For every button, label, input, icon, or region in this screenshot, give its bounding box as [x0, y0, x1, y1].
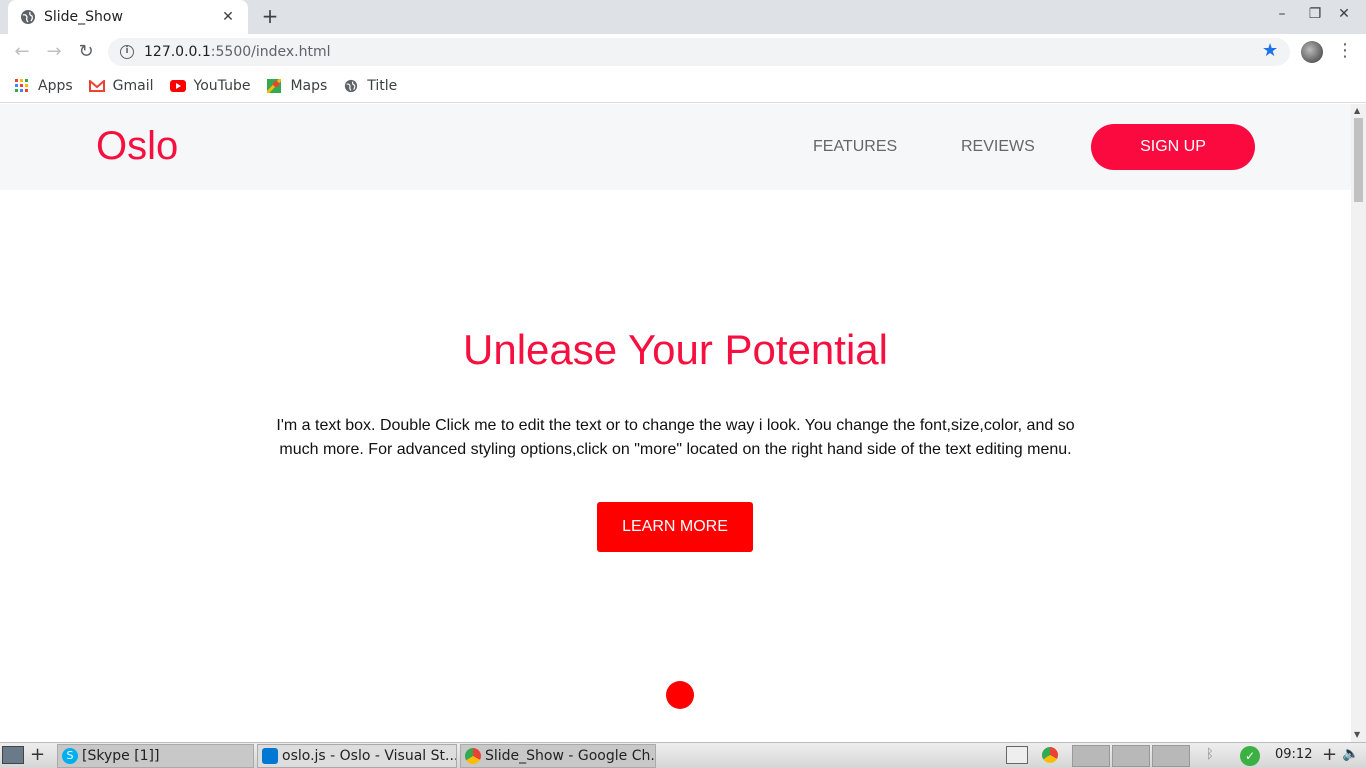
- skype-icon: S: [62, 748, 78, 764]
- os-taskbar: + S [Skype [1]] oslo.js - Oslo - Visual …: [0, 742, 1366, 768]
- globe-icon: [20, 9, 36, 25]
- menu-kebab-icon[interactable]: ⋮: [1336, 40, 1354, 61]
- add-tray-icon[interactable]: +: [1322, 744, 1337, 765]
- taskbar-item-chrome[interactable]: Slide_Show - Google Ch...: [460, 744, 656, 768]
- workspace-2[interactable]: [1112, 745, 1150, 767]
- taskbar-item-skype[interactable]: S [Skype [1]]: [57, 744, 254, 768]
- bookmarks-bar: Apps Gmail YouTube Maps Title: [0, 70, 1366, 103]
- reload-icon[interactable]: ↻: [74, 40, 98, 64]
- window-list-icon[interactable]: [1006, 746, 1028, 764]
- bookmark-maps[interactable]: Maps: [266, 78, 327, 94]
- bookmark-label: YouTube: [193, 78, 251, 94]
- slide-indicator-dot[interactable]: [666, 681, 694, 709]
- profile-avatar[interactable]: [1301, 41, 1323, 63]
- page-scrollbar[interactable]: ▲ ▼: [1351, 104, 1366, 742]
- vscode-icon: [262, 748, 278, 764]
- address-bar[interactable]: i 127.0.0.1:5500/index.html: [108, 38, 1290, 66]
- bookmark-gmail[interactable]: Gmail: [88, 78, 154, 94]
- globe-icon: [343, 78, 359, 94]
- tab-title: Slide_Show: [44, 9, 123, 25]
- apps-grid-icon: [14, 78, 30, 94]
- add-panel-icon[interactable]: +: [30, 744, 45, 765]
- task-label: Slide_Show - Google Ch...: [485, 748, 656, 764]
- scroll-up-icon[interactable]: ▲: [1354, 106, 1360, 115]
- bookmark-label: Gmail: [112, 78, 154, 94]
- bookmark-star-icon[interactable]: ★: [1262, 40, 1278, 61]
- browser-toolbar: ← → ↻ i 127.0.0.1:5500/index.html: [0, 34, 1366, 70]
- workspace-1[interactable]: [1072, 745, 1110, 767]
- chrome-icon: [465, 748, 481, 764]
- maximize-button[interactable]: ❐: [1305, 6, 1325, 22]
- maps-icon: [266, 78, 282, 94]
- site-logo[interactable]: Oslo: [96, 124, 178, 169]
- site-header: Oslo FEATURES REVIEWS SIGN UP: [0, 104, 1351, 190]
- bookmark-title[interactable]: Title: [343, 78, 397, 94]
- update-status-icon[interactable]: ✓: [1240, 746, 1260, 766]
- hero-text: I'm a text box. Double Click me to edit …: [276, 417, 1075, 458]
- url-host: 127.0.0.1: [144, 44, 211, 60]
- workspace-3[interactable]: [1152, 745, 1190, 767]
- bookmark-apps[interactable]: Apps: [14, 78, 73, 94]
- show-desktop-icon[interactable]: [2, 746, 24, 764]
- nav-features-link[interactable]: FEATURES: [813, 138, 897, 156]
- new-tab-button[interactable]: +: [258, 4, 282, 28]
- taskbar-item-vscode[interactable]: oslo.js - Oslo - Visual St...: [257, 744, 457, 768]
- clock: 09:12: [1275, 747, 1313, 762]
- forward-arrow-icon[interactable]: →: [42, 40, 66, 64]
- chrome-launcher-icon[interactable]: [1042, 747, 1058, 763]
- browser-tab[interactable]: Slide_Show ✕: [8, 0, 248, 34]
- back-arrow-icon[interactable]: ←: [10, 40, 34, 64]
- nav-reviews-link[interactable]: REVIEWS: [961, 138, 1035, 156]
- tab-close-icon[interactable]: ✕: [220, 9, 236, 25]
- url-path: :5500/index.html: [210, 44, 331, 60]
- close-window-button[interactable]: ✕: [1334, 6, 1354, 22]
- scrollbar-thumb[interactable]: [1354, 118, 1363, 202]
- hero-title: Unlease Your Potential: [463, 326, 888, 373]
- signup-button[interactable]: SIGN UP: [1091, 124, 1255, 170]
- info-icon[interactable]: i: [120, 45, 134, 59]
- task-label: oslo.js - Oslo - Visual St...: [282, 748, 457, 764]
- youtube-icon: [169, 78, 186, 94]
- bookmark-label: Apps: [38, 78, 73, 94]
- tab-strip: Slide_Show ✕ + – ❐ ✕: [0, 0, 1366, 34]
- learn-more-button[interactable]: LEARN MORE: [597, 502, 753, 552]
- url-text: 127.0.0.1:5500/index.html: [144, 44, 331, 60]
- bookmark-label: Title: [367, 78, 398, 94]
- volume-icon[interactable]: 🔈: [1342, 746, 1359, 762]
- bookmark-youtube[interactable]: YouTube: [169, 78, 251, 94]
- bluetooth-icon[interactable]: ᛒ: [1206, 747, 1214, 762]
- minimize-button[interactable]: –: [1272, 6, 1292, 22]
- task-label: [Skype [1]]: [82, 748, 160, 764]
- page-viewport: Oslo FEATURES REVIEWS SIGN UP Unlease Yo…: [0, 104, 1351, 742]
- bookmark-label: Maps: [290, 78, 328, 94]
- scroll-down-icon[interactable]: ▼: [1354, 730, 1360, 739]
- gmail-icon: [88, 78, 105, 94]
